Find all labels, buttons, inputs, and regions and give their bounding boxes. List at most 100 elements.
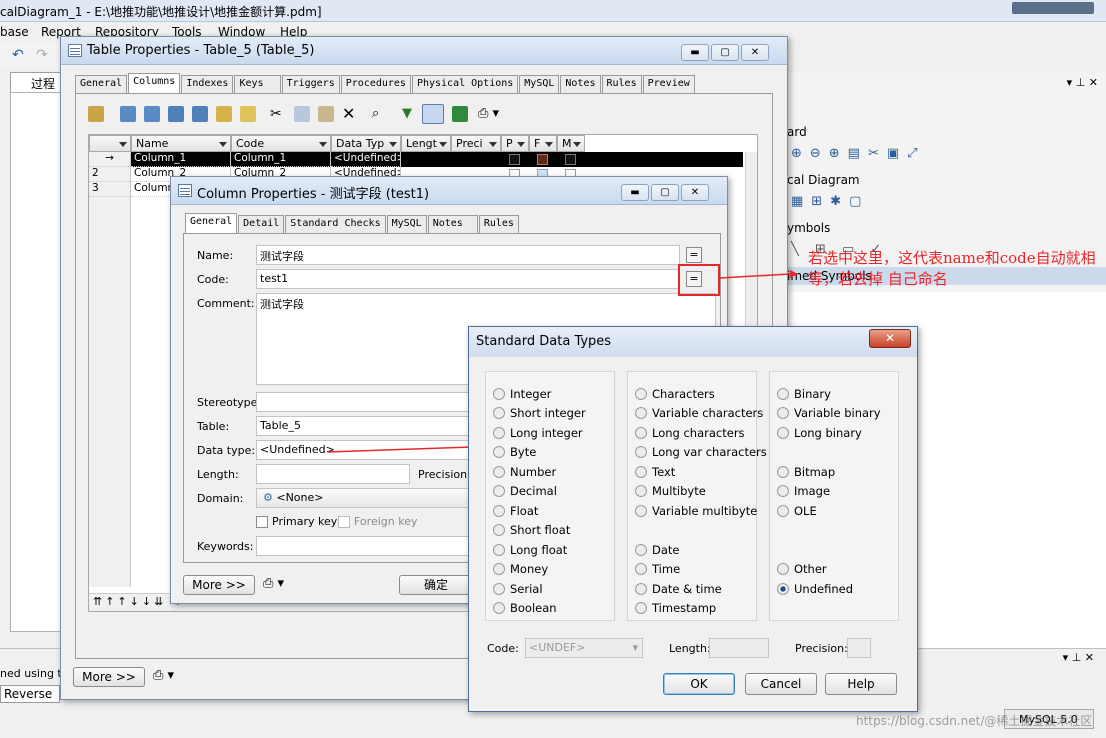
row-datatype[interactable]: <Undefined>: [331, 152, 401, 167]
column-header-foreign[interactable]: F: [529, 135, 557, 152]
add-row-icon[interactable]: [120, 106, 136, 122]
tab-rules[interactable]: Rules: [601, 75, 642, 93]
radio-serial[interactable]: Serial: [493, 582, 543, 596]
radio-long-var-characters[interactable]: Long var characters: [635, 445, 767, 459]
radio-boolean[interactable]: Boolean: [493, 601, 557, 615]
tab-mysql[interactable]: MySQL: [386, 215, 427, 233]
reuse-columns-icon[interactable]: [192, 106, 208, 122]
column-header-mandatory[interactable]: M: [557, 135, 585, 152]
column-header-code[interactable]: Code: [231, 135, 331, 152]
minimize-button[interactable]: ▬: [621, 184, 649, 201]
radio-ole[interactable]: OLE: [777, 504, 817, 518]
excel-export-icon[interactable]: [452, 106, 468, 122]
tab-columns[interactable]: Columns: [128, 73, 181, 93]
maximize-button[interactable]: ▢: [651, 184, 679, 201]
tab-standard-checks[interactable]: Standard Checks: [285, 215, 386, 233]
radio-variable-characters[interactable]: Variable characters: [635, 406, 763, 420]
radio-byte[interactable]: Byte: [493, 445, 536, 459]
radio-long-integer[interactable]: Long integer: [493, 426, 583, 440]
radio-date-time[interactable]: Date & time: [635, 582, 722, 596]
key-icon[interactable]: [240, 106, 256, 122]
radio-image[interactable]: Image: [777, 484, 830, 498]
radio-short-integer[interactable]: Short integer: [493, 406, 586, 420]
tab-notes[interactable]: Notes: [560, 75, 601, 93]
radio-long-characters[interactable]: Long characters: [635, 426, 745, 440]
column-more-button[interactable]: More >>: [183, 575, 255, 595]
paste-icon[interactable]: [318, 106, 334, 122]
primary-key-checkbox[interactable]: Primary key: [256, 515, 337, 528]
name-field[interactable]: 测试字段: [256, 245, 680, 265]
close-button[interactable]: ✕: [741, 44, 769, 61]
radio-float[interactable]: Float: [493, 504, 538, 518]
find-icon[interactable]: ⌕: [372, 106, 379, 121]
tab-general[interactable]: General: [75, 75, 128, 93]
table-print-icon[interactable]: ⎙ ▾: [153, 668, 174, 683]
column-header-length[interactable]: Lengt: [401, 135, 451, 152]
redo-icon[interactable]: ↷: [36, 47, 48, 63]
column-header-name[interactable]: Name: [131, 135, 231, 152]
tab-physical-options[interactable]: Physical Options: [411, 75, 519, 93]
radio-time[interactable]: Time: [635, 562, 680, 576]
row-name[interactable]: Column_1: [131, 152, 231, 167]
tab-mysql[interactable]: MySQL: [519, 75, 560, 93]
column-header-precision[interactable]: Preci: [451, 135, 501, 152]
attributes-icon[interactable]: [216, 106, 232, 122]
tab-detail[interactable]: Detail: [238, 215, 285, 233]
cut-icon[interactable]: ✂: [270, 106, 282, 122]
toolbox-section-standard[interactable]: ard: [787, 125, 807, 139]
insert-row-icon[interactable]: [144, 106, 160, 122]
row-foreign-checkbox[interactable]: [537, 154, 548, 165]
radio-bitmap[interactable]: Bitmap: [777, 465, 835, 479]
radio-undefined[interactable]: Undefined: [777, 582, 853, 596]
row-mandatory-checkbox[interactable]: [565, 154, 576, 165]
tab-keys[interactable]: Keys: [234, 75, 281, 93]
delete-icon[interactable]: ✕: [342, 104, 355, 123]
length-field[interactable]: [256, 464, 410, 484]
maximize-button[interactable]: ▢: [711, 44, 739, 61]
radio-timestamp[interactable]: Timestamp: [635, 601, 716, 615]
help-button[interactable]: Help: [825, 673, 897, 695]
undo-icon[interactable]: ↶: [12, 47, 24, 63]
minimize-button[interactable]: ▬: [681, 44, 709, 61]
radio-short-float[interactable]: Short float: [493, 523, 570, 537]
menu-database[interactable]: base: [0, 25, 29, 39]
tab-general[interactable]: General: [185, 213, 238, 233]
print-icon[interactable]: ⎙ ▾: [478, 106, 499, 121]
customize-columns-icon[interactable]: [422, 104, 444, 124]
radio-other[interactable]: Other: [777, 562, 827, 576]
tab-indexes[interactable]: Indexes: [181, 75, 234, 93]
table-row[interactable]: → Column_1 Column_1 <Undefined>: [89, 152, 743, 167]
dialog-close-button[interactable]: ✕: [869, 329, 911, 348]
ok-button[interactable]: OK: [663, 673, 735, 695]
radio-date[interactable]: Date: [635, 543, 680, 557]
add-columns-icon[interactable]: [168, 106, 184, 122]
radio-decimal[interactable]: Decimal: [493, 484, 557, 498]
radio-integer[interactable]: Integer: [493, 387, 551, 401]
toolbox-diagram-icons[interactable]: ▦⊞✱▢: [791, 194, 869, 209]
row-code[interactable]: Column_1: [231, 152, 331, 167]
column-print-icon[interactable]: ⎙ ▾: [263, 576, 284, 591]
radio-variable-binary[interactable]: Variable binary: [777, 406, 881, 420]
row-move-icons[interactable]: ⇈↑↑↓↓⇊ ◂: [93, 595, 181, 608]
panel-pin-icon[interactable]: ▾ ⊥ ✕: [1067, 76, 1098, 89]
name-code-sync-button[interactable]: =: [686, 247, 702, 263]
tab-notes[interactable]: Notes: [427, 215, 478, 233]
toolbox-section-diagram[interactable]: cal Diagram: [787, 173, 860, 187]
reverse-tab[interactable]: Reverse: [0, 685, 60, 703]
confirm-button[interactable]: 确定: [399, 575, 473, 595]
radio-characters[interactable]: Characters: [635, 387, 715, 401]
radio-money[interactable]: Money: [493, 562, 548, 576]
radio-text[interactable]: Text: [635, 465, 675, 479]
properties-icon[interactable]: [88, 106, 104, 122]
tab-triggers[interactable]: Triggers: [281, 75, 340, 93]
column-header-datatype[interactable]: Data Typ: [331, 135, 401, 152]
radio-number[interactable]: Number: [493, 465, 556, 479]
copy-icon[interactable]: [294, 106, 310, 122]
filter-icon[interactable]: ▼: [402, 106, 412, 121]
radio-multibyte[interactable]: Multibyte: [635, 484, 706, 498]
cancel-button[interactable]: Cancel: [745, 673, 817, 695]
tab-rules[interactable]: Rules: [478, 215, 519, 233]
radio-long-binary[interactable]: Long binary: [777, 426, 862, 440]
output-pin-icon[interactable]: ▾ ⊥ ✕: [1063, 651, 1094, 664]
radio-binary[interactable]: Binary: [777, 387, 831, 401]
